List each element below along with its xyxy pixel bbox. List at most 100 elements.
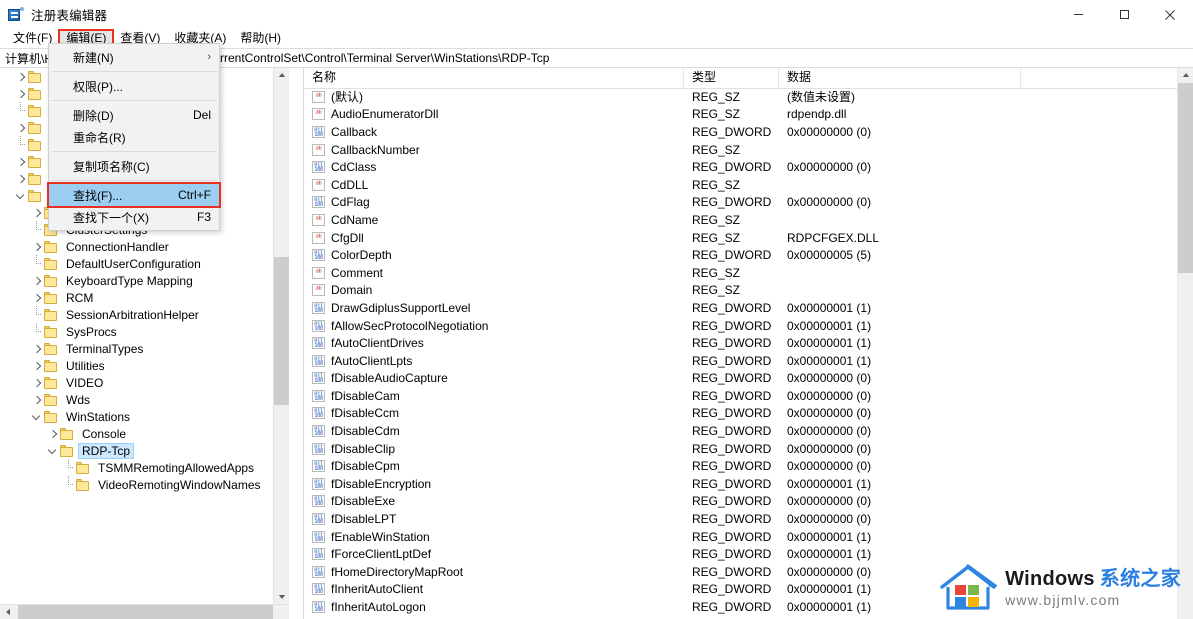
chevron-right-icon[interactable]: [30, 391, 44, 408]
values-row[interactable]: 011 100 fAutoClientLpts REG_DWORD 0x00000001…: [304, 352, 1178, 370]
chevron-right-icon[interactable]: [30, 289, 44, 306]
values-row[interactable]: ab CallbackNumber REG_SZ: [304, 141, 1178, 159]
tree-item-winstations[interactable]: WinStations: [0, 408, 289, 425]
tree-item-tsmmremotingallowedapps[interactable]: TSMMRemotingAllowedApps: [0, 459, 289, 476]
tree-item-connectionhandler[interactable]: ConnectionHandler: [0, 238, 289, 255]
edit-menu-item-10[interactable]: 查找下一个(X) F3: [49, 206, 219, 228]
values-cell-type: REG_DWORD: [692, 494, 772, 509]
values-row[interactable]: 011 100 fDisableClip REG_DWORD 0x00000000 (0…: [304, 440, 1178, 458]
column-header-type[interactable]: 类型: [684, 67, 779, 88]
column-header-name[interactable]: 名称: [304, 67, 684, 88]
tree-item-sessionarbitrationhelper[interactable]: SessionArbitrationHelper: [0, 306, 289, 323]
values-row[interactable]: 011 100 fInheritAutoLogon REG_DWORD 0x000000…: [304, 598, 1178, 616]
edit-menu-item-0[interactable]: 新建(N) ›: [49, 46, 219, 68]
values-row[interactable]: ab Domain REG_SZ: [304, 282, 1178, 300]
chevron-right-icon[interactable]: [14, 170, 28, 187]
tree-item-rdp-tcp[interactable]: RDP-Tcp: [0, 442, 289, 459]
chevron-right-icon[interactable]: [30, 204, 44, 221]
tree-vertical-scrollbar[interactable]: [273, 67, 289, 605]
edit-menu-item-2[interactable]: 权限(P)...: [49, 75, 219, 97]
maximize-icon[interactable]: [1101, 0, 1147, 29]
edit-menu-dropdown: 新建(N) › 权限(P)... 删除(D) Del 重命名(R) 复制项名称(C) 查找(F…: [47, 43, 221, 231]
chevron-right-icon[interactable]: [30, 340, 44, 357]
values-row[interactable]: 011 100 fInheritAutoClient REG_DWORD 0x00000…: [304, 581, 1178, 599]
chevron-right-icon[interactable]: [30, 374, 44, 391]
tree-item-videoremotingwindownames[interactable]: VideoRemotingWindowNames: [0, 476, 289, 493]
chevron-right-icon[interactable]: [14, 153, 28, 170]
menu-help[interactable]: 帮助(H): [233, 30, 288, 48]
scroll-down-icon[interactable]: [274, 589, 289, 605]
values-row[interactable]: 011 100 CdFlag REG_DWORD 0x00000000 (0): [304, 194, 1178, 212]
edit-menu-item-7[interactable]: 复制项名称(C): [49, 155, 219, 177]
tree-item-rcm[interactable]: RCM: [0, 289, 289, 306]
tree-item-wds[interactable]: Wds: [0, 391, 289, 408]
values-cell-name: 011 100 fEnableWinStation: [304, 530, 684, 544]
tree-item-video[interactable]: VIDEO: [0, 374, 289, 391]
values-row[interactable]: 011 100 fDisableAudioCapture REG_DWORD 0x000…: [304, 370, 1178, 388]
tree-item-console[interactable]: Console: [0, 425, 289, 442]
values-row[interactable]: 011 100 fDisableExe REG_DWORD 0x00000000 (0): [304, 493, 1178, 511]
values-row[interactable]: ab CdName REG_SZ: [304, 211, 1178, 229]
values-scroll-thumb[interactable]: [1178, 83, 1193, 273]
values-row[interactable]: 011 100 DrawGdiplusSupportLevel REG_DWORD 0x…: [304, 299, 1178, 317]
chevron-down-icon[interactable]: [14, 187, 28, 204]
values-row[interactable]: 011 100 fDisableLPT REG_DWORD 0x00000000 (0): [304, 510, 1178, 528]
values-row[interactable]: 011 100 fDisableCpm REG_DWORD 0x00000000 (0): [304, 457, 1178, 475]
chevron-right-icon[interactable]: [30, 272, 44, 289]
chevron-right-icon[interactable]: [30, 238, 44, 255]
tree-hscroll-thumb[interactable]: [18, 605, 273, 619]
values-row[interactable]: 011 100 fHomeDirectoryMapRoot REG_DWORD 0x00…: [304, 563, 1178, 581]
values-scroll-up-icon[interactable]: [1178, 67, 1193, 83]
tree-item-terminaltypes[interactable]: TerminalTypes: [0, 340, 289, 357]
values-name-text: fDisableExe: [331, 494, 396, 509]
chevron-right-icon[interactable]: [46, 425, 60, 442]
values-cell-data: 0x00000000 (0): [787, 388, 872, 403]
values-row[interactable]: 011 100 fDisableCam REG_DWORD 0x00000000 (0): [304, 387, 1178, 405]
values-row[interactable]: 011 100 CdClass REG_DWORD 0x00000000 (0): [304, 158, 1178, 176]
chevron-down-icon[interactable]: [46, 442, 60, 459]
values-cell-data: 0x00000000 (0): [787, 124, 872, 139]
tree-scroll-thumb[interactable]: [274, 257, 289, 405]
tree-item-keyboardtype-mapping[interactable]: KeyboardType Mapping: [0, 272, 289, 289]
values-row[interactable]: 011 100 fDisableCcm REG_DWORD 0x00000000 (0): [304, 405, 1178, 423]
values-row[interactable]: 011 100 fDisableEncryption REG_DWORD 0x00000…: [304, 475, 1178, 493]
chevron-right-icon[interactable]: [14, 68, 28, 85]
edit-menu-item-9[interactable]: 查找(F)... Ctrl+F: [47, 182, 221, 208]
values-row[interactable]: 011 100 ColorDepth REG_DWORD 0x00000005 (5): [304, 246, 1178, 264]
values-row[interactable]: 011 100 fEnableWinStation REG_DWORD 0x000000…: [304, 528, 1178, 546]
values-row[interactable]: ab CfgDll REG_SZ RDPCFGEX.DLL: [304, 229, 1178, 247]
tree-item-utilities[interactable]: Utilities: [0, 357, 289, 374]
values-cell-name: ab CdName: [304, 213, 684, 227]
values-row[interactable]: ab (默认) REG_SZ (数值未设置): [304, 88, 1178, 106]
chevron-right-icon[interactable]: [14, 119, 28, 136]
chevron-right-icon[interactable]: [30, 357, 44, 374]
values-row[interactable]: 011 100 fAutoClientDrives REG_DWORD 0x000000…: [304, 334, 1178, 352]
chevron-down-icon[interactable]: [30, 408, 44, 425]
values-vertical-scrollbar[interactable]: [1177, 67, 1193, 619]
scroll-left-icon[interactable]: [0, 605, 16, 619]
edit-menu-item-4[interactable]: 删除(D) Del: [49, 104, 219, 126]
column-header-data[interactable]: 数据: [779, 67, 1021, 88]
tree-item-sysprocs[interactable]: SysProcs: [0, 323, 289, 340]
values-cell-type: REG_DWORD: [692, 195, 772, 210]
values-row[interactable]: 011 100 Callback REG_DWORD 0x00000000 (0): [304, 123, 1178, 141]
values-row[interactable]: ab Comment REG_SZ: [304, 264, 1178, 282]
minimize-icon[interactable]: [1055, 0, 1101, 29]
values-row[interactable]: 011 100 fDisableCdm REG_DWORD 0x00000000 (0): [304, 422, 1178, 440]
chevron-right-icon[interactable]: [14, 85, 28, 102]
values-row[interactable]: ab CdDLL REG_SZ: [304, 176, 1178, 194]
values-name-text: fEnableWinStation: [331, 529, 430, 544]
scroll-up-icon[interactable]: [274, 67, 289, 83]
tree-horizontal-scrollbar[interactable]: [0, 604, 289, 619]
tree-item-defaultuserconfiguration[interactable]: DefaultUserConfiguration: [0, 255, 289, 272]
values-row[interactable]: 011 100 fForceClientLptDef REG_DWORD 0x00000…: [304, 545, 1178, 563]
values-row[interactable]: ab AudioEnumeratorDll REG_SZ rdpendp.dll: [304, 106, 1178, 124]
close-icon[interactable]: [1147, 0, 1193, 29]
edit-menu-item-5[interactable]: 重命名(R): [49, 126, 219, 148]
values-row[interactable]: 011 100 fAllowSecProtocolNegotiation REG_DW…: [304, 317, 1178, 335]
values-cell-data: 0x00000000 (0): [787, 371, 872, 386]
